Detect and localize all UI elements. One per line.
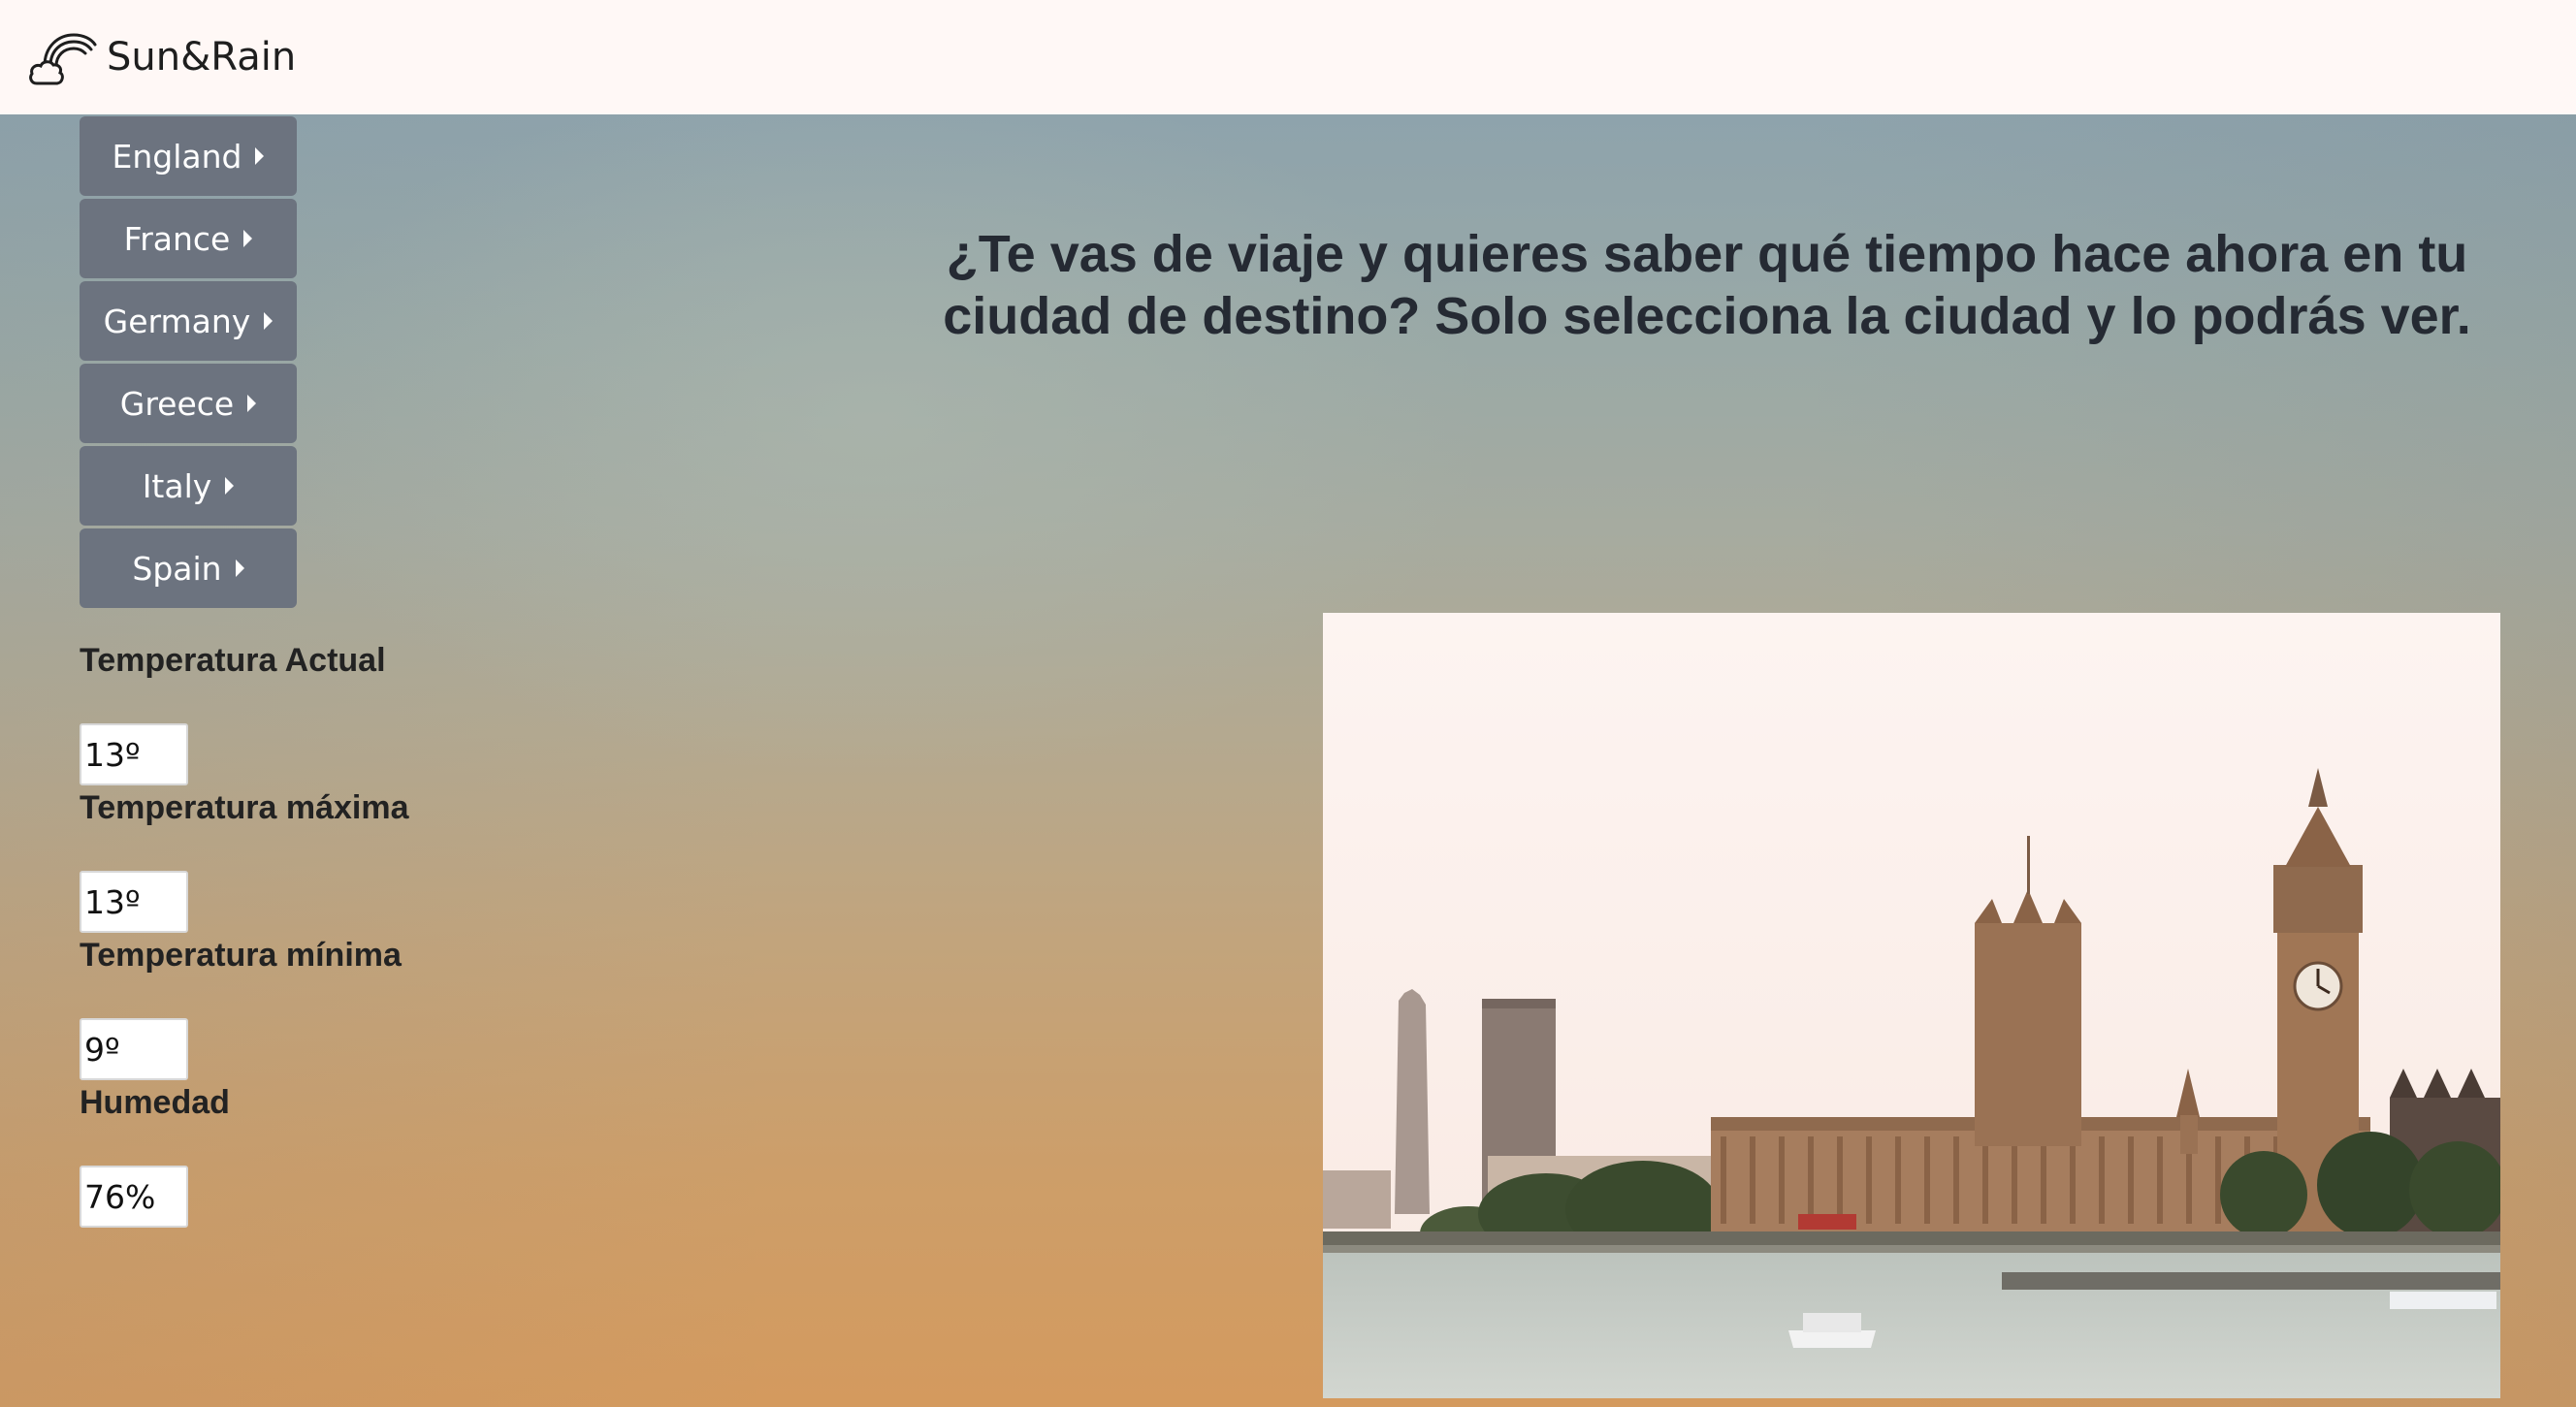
caret-right-icon <box>225 477 235 495</box>
caret-right-icon <box>235 560 244 577</box>
caret-right-icon <box>264 312 274 330</box>
caret-right-icon <box>255 147 265 165</box>
rainbow-cloud-icon[interactable] <box>27 25 97 89</box>
country-button-germany[interactable]: Germany <box>80 281 297 361</box>
country-label: Spain <box>132 549 222 588</box>
current-temperature-label: Temperatura Actual <box>80 642 386 679</box>
max-temperature-field[interactable] <box>80 871 188 933</box>
weather-panel: Temperatura Actual Temperatura máxima Te… <box>80 640 409 1230</box>
humidity-label: Humedad <box>80 1084 230 1121</box>
page: Sun&Rain England France Germany Greece I… <box>0 0 2576 1407</box>
max-temperature-label: Temperatura máxima <box>80 789 409 826</box>
caret-right-icon <box>243 230 253 247</box>
country-button-france[interactable]: France <box>80 199 297 278</box>
min-temperature-label: Temperatura mínima <box>80 937 402 974</box>
country-label: England <box>112 137 242 176</box>
country-label: France <box>123 219 231 258</box>
humidity-field[interactable] <box>80 1166 188 1228</box>
min-temperature-field[interactable] <box>80 1018 188 1080</box>
brand-name[interactable]: Sun&Rain <box>107 35 296 80</box>
country-label: Italy <box>142 466 212 505</box>
london-westminster-photo <box>1323 613 2500 1398</box>
country-label: Germany <box>103 302 251 340</box>
country-button-spain[interactable]: Spain <box>80 528 297 608</box>
country-button-greece[interactable]: Greece <box>80 364 297 443</box>
page-headline: ¿Te vas de viaje y quieres saber qué tie… <box>943 225 2471 345</box>
country-label: Greece <box>119 384 235 423</box>
country-button-england[interactable]: England <box>80 116 297 196</box>
caret-right-icon <box>247 395 257 412</box>
navbar: Sun&Rain <box>0 0 2576 114</box>
country-menu: England France Germany Greece Italy Spai… <box>80 116 297 611</box>
country-button-italy[interactable]: Italy <box>80 446 297 526</box>
current-temperature-field[interactable] <box>80 723 188 785</box>
